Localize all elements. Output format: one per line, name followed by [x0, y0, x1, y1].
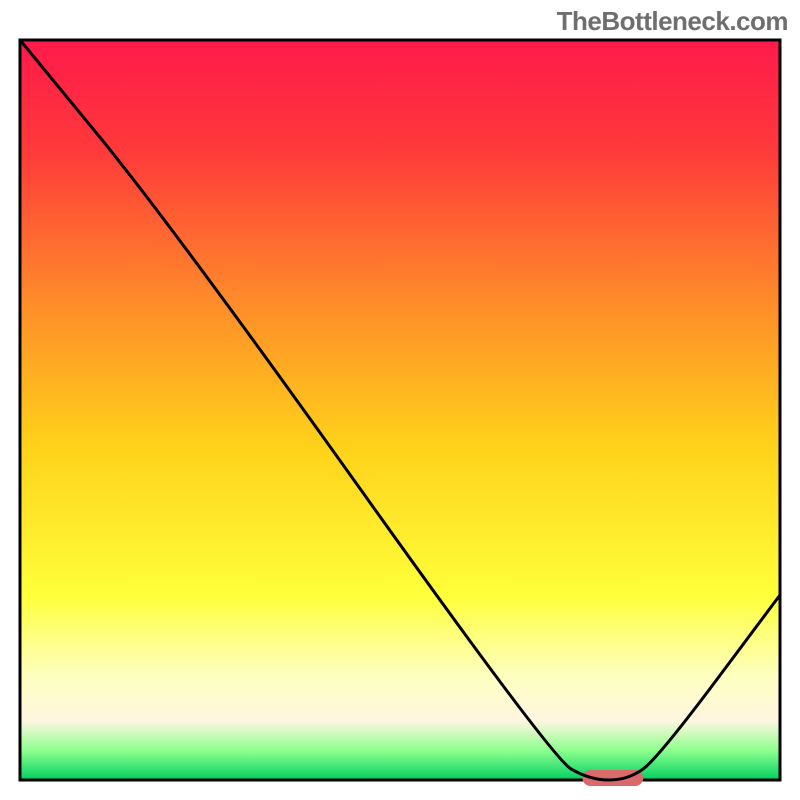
chart-container: TheBottleneck.com: [0, 0, 800, 800]
watermark-text: TheBottleneck.com: [557, 6, 788, 37]
plot-background: [20, 40, 780, 780]
bottleneck-chart: [0, 0, 800, 800]
